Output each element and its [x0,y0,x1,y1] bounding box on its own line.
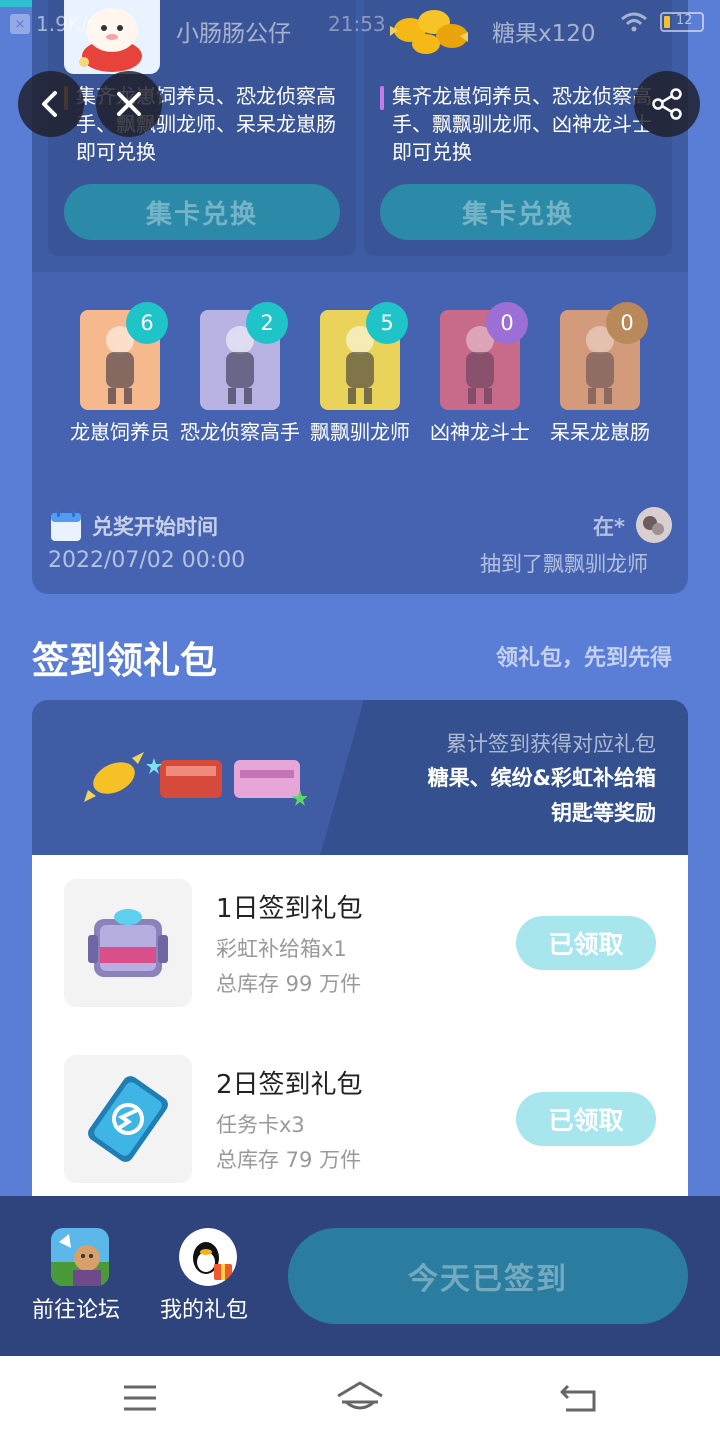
wifi-icon [621,12,647,32]
close-icon [117,92,141,116]
qq-gift-icon[interactable] [179,1228,237,1286]
collection-card-label: 呆呆龙崽肠 [550,420,650,444]
battery-level: 12 [676,13,693,28]
exchange-right-button[interactable]: 集卡兑换 [380,184,656,240]
banner-line-1: 累计签到获得对应礼包 [446,732,656,756]
collection-card-label: 凶神龙斗士 [430,420,530,444]
banner-line-2: 糖果、缤纷&彩虹补给箱 [427,766,656,790]
task-card-thumbnail [64,1055,192,1183]
gift-1-claimed-button[interactable]: 已领取 [516,916,656,970]
collection-card-3[interactable]: 5 [320,302,408,410]
battery-icon: 12 [660,12,704,32]
forum-icon[interactable] [51,1228,109,1286]
card-count-badge: 0 [606,302,648,344]
chevron-left-icon [42,91,57,117]
menu-icon[interactable] [122,1384,158,1412]
gift-2-claimed-button[interactable]: 已领取 [516,1092,656,1146]
card-count-badge: 5 [366,302,408,344]
exchange-right-item-name: 糖果x120 [492,21,596,47]
status-indicators [620,12,648,32]
my-gifts-label[interactable]: 我的礼包 [160,1292,248,1324]
collection-card-4[interactable]: 0 [440,302,528,410]
home-icon[interactable] [334,1380,386,1414]
signed-today-button[interactable]: 今天已签到 [288,1228,688,1324]
gift-2-item: 任务卡x3 [216,1113,305,1137]
card-count-badge: 6 [126,302,168,344]
exchange-left-item-name: 小肠肠公仔 [176,21,291,47]
back-nav-icon[interactable] [560,1382,598,1414]
banner-line-3: 钥匙等奖励 [551,801,656,825]
redeem-start-title: 兑奖开始时间 [92,515,218,539]
redeem-start-date: 2022/07/02 00:00 [48,548,246,573]
signin-section-subtitle: 领礼包，先到先得 [496,646,673,671]
rainbow-supply-box-thumbnail [64,879,192,1007]
card-count-badge: 0 [486,302,528,344]
candy-item-thumbnail [380,0,476,60]
gift-2-stock: 总库存 79 万件 [216,1148,362,1172]
collection-card-1[interactable]: 6 [80,302,168,410]
reward-items-icon [84,752,307,806]
share-icon [652,88,682,120]
gift-1-stock: 总库存 99 万件 [216,972,362,996]
share-button[interactable] [634,71,700,137]
status-network-speed: × 1.9K/s [10,12,98,36]
gift-2-title: 2日签到礼包 [216,1070,363,1100]
collection-card-label: 飘飘驯龙师 [310,420,410,444]
collection-card-label: 恐龙侦察高手 [180,420,300,444]
exchange-right-description: 集齐龙崽饲养员、恐龙侦察高手、飘飘驯龙师、凶神龙斗士即可兑换 [380,82,662,166]
back-button[interactable] [18,71,84,137]
collection-card-2[interactable]: 2 [200,302,288,410]
close-button[interactable] [96,71,162,137]
gift-1-item: 彩虹补给箱x1 [216,937,347,961]
collection-card-label: 龙崽饲养员 [70,420,170,444]
winner-avatar [636,507,672,543]
notification-icon: × [10,14,30,34]
exchange-left-button[interactable]: 集卡兑换 [64,184,340,240]
winner-name: 在* [593,515,625,539]
collection-card-5[interactable]: 0 [560,302,648,410]
forum-label[interactable]: 前往论坛 [32,1292,120,1324]
calendar-icon [51,509,81,541]
signin-section-title: 签到领礼包 [32,639,217,682]
gift-1-title: 1日签到礼包 [216,894,363,924]
card-count-badge: 2 [246,302,288,344]
winner-result-text: 抽到了飘飘驯龙师 [480,552,648,576]
status-time: 21:53 [328,12,386,36]
network-speed-text: 1.9K/s [36,12,99,36]
